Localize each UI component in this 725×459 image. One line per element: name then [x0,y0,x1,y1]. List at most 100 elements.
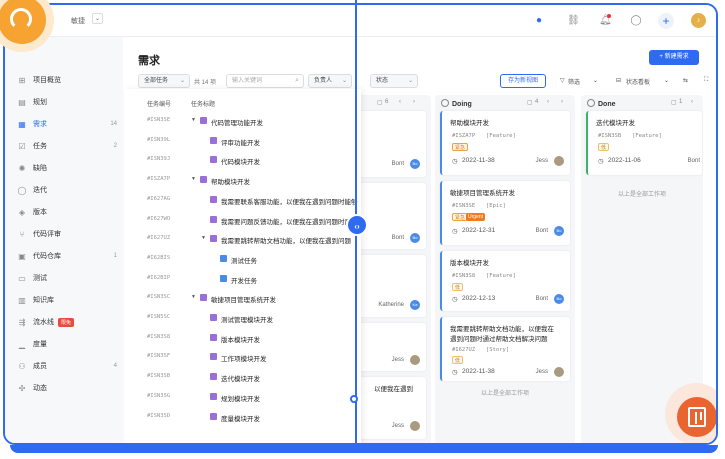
tree-row[interactable]: #I62BIS 测试任务 [125,251,361,267]
kanban-card[interactable]: Bont Bo [358,111,426,177]
next-icon[interactable]: › [413,99,415,105]
sidebar-item-version[interactable]: ◈ 版本 [17,205,117,219]
task-number: #I627UZ [147,235,171,242]
tree-row[interactable]: #ISN3SD 度量模块开发 [125,409,361,425]
scroll-handle[interactable] [350,395,358,403]
all-tasks-select[interactable]: 全部任务 ⌄ [138,74,190,88]
work-item-type-icon [210,392,217,400]
tree-row[interactable]: #ISN3SB 迭代模块开发 [125,369,361,385]
activity-icon: ✣ [18,383,26,393]
fullscreen-icon[interactable]: ⛶ [704,77,708,84]
kanban-card[interactable]: 迭代模块开发 #ISN3SB [Feature] 低 ◷ 2022-11-06 … [586,111,702,175]
workspace-name[interactable]: 敏捷 [71,16,85,26]
prev-icon[interactable]: ‹ [547,99,549,105]
link-icon[interactable]: ⛓ [567,15,580,27]
kanban-card[interactable]: Katherine Ka [358,255,426,317]
task-title: 评审功能开发 [221,139,260,147]
sidebar-item-task[interactable]: ☑ 任务 2 [17,139,117,153]
page-title: 需求 [138,55,160,67]
add-icon[interactable]: + [658,13,674,29]
column-count: 4 [535,99,539,105]
work-item-type-icon [210,235,217,243]
kanban-card[interactable]: 敏捷项目管理系统开发 #ISN3SE [Epic] 紧急 Urgent ◷ 20… [440,181,570,245]
task-title: 代码管理功能开发 [211,120,263,127]
tree-row[interactable]: #ISN3S8 版本模块开发 [125,330,361,346]
repo-icon: ▣ [18,251,26,261]
kanban-card[interactable]: 帮助模块开发 #ISZA7P [Feature] 紧急 ◷ 2022-11-38… [440,111,570,175]
card-owner: Bont [535,228,548,234]
sidebar-item-metrics[interactable]: ▁ 度量 [17,337,117,351]
search-input[interactable]: 输入关键词 ⌕ [226,74,304,88]
tree-row[interactable]: #I627AG 我需要联系客服功能，以便我在遇到问题时能够 [125,192,361,208]
task-number: #ISN3S8 [147,333,171,340]
sidebar-item-members[interactable]: ⚇ 成员 4 [17,359,117,373]
avatar: Bo [410,233,420,243]
view-select[interactable]: 状态看板 [626,77,650,86]
assignee-select[interactable]: 负责人 ⌄ [308,74,352,88]
tree-row[interactable]: #I627WO 我需要问题反馈功能，以便我在遇到问题时反馈 [125,212,361,228]
split-drag-handle-icon[interactable]: ‹› [346,214,368,236]
sidebar-item-overview[interactable]: ⊞ 项目概览 [17,73,117,87]
work-item-type-icon [210,215,217,223]
sidebar-item-activity[interactable]: ✣ 动态 [17,381,117,395]
kanban-card[interactable]: 版本模块开发 #ISN3S8 [Feature] 低 ◷ 2022-12-13 … [440,251,570,311]
lightbulb-icon[interactable]: ◯ [630,15,642,27]
top-bar: 敏捷 ⌄ ● ⛓ 🔔︎ ◯ + ♪ [5,5,716,37]
tree-row[interactable]: #I627UZ ▼ 我需要跳转帮助文档功能，以便我在遇到问题 [125,231,361,247]
sidebar-item-bug[interactable]: ✺ 缺陷 [17,161,117,175]
expand-arrow-icon[interactable]: ▼ [191,176,196,182]
sidebar-item-test[interactable]: ▭ 测试 [17,271,117,285]
avatar [554,367,564,377]
next-icon[interactable]: › [561,99,563,105]
tree-row[interactable]: #ISN3SF 工作项模块开发 [125,349,361,365]
expand-arrow-icon[interactable]: ▼ [191,117,196,123]
card-type: [Feature] [632,133,662,139]
members-icon: ⚇ [18,361,26,371]
tree-row[interactable]: #ISN3SC ▼ 敏捷项目管理系统开发 [125,290,361,306]
collapse-icon[interactable]: ⇆ [683,77,688,84]
calendar-icon: ◷ [452,369,458,376]
work-item-type-icon [210,314,217,321]
priority-tag: 低 [452,283,464,291]
expand-arrow-icon[interactable]: ▼ [191,294,196,300]
sidebar-item-wiki[interactable]: ▥ 知识库 [17,293,117,307]
sidebar-item-requirement[interactable]: ▦ 需求 14 [17,117,117,131]
new-requirement-button[interactable]: + 新建需求 [649,50,699,65]
tree-row[interactable]: #I62BIP 开发任务 [125,271,361,287]
sidebar-item-repo[interactable]: ▣ 代码仓库 1 [17,249,117,263]
save-view-button[interactable]: 存为新视图 [500,74,546,88]
kanban-card[interactable]: 以便我在遇到 Jess [358,377,426,439]
task-number: #I62BIP [147,274,171,281]
chevron-down-icon[interactable]: ⌄ [92,13,103,24]
user-avatar[interactable]: ♪ [691,13,706,28]
task-title: 我需要问题反馈功能，以便我在遇到问题时反馈 [221,218,358,226]
tree-row[interactable]: #ISN3SG 规划模块开发 [125,389,361,405]
column-count: 1 [679,99,683,105]
kanban-card[interactable]: Bont Bo [358,183,426,249]
tree-row[interactable]: #ISN39L 评审功能开发 [125,133,361,149]
expand-arrow-icon[interactable]: ▼ [201,235,206,241]
sidebar-item-iteration[interactable]: ◯ 迭代 [17,183,117,197]
prev-icon[interactable]: ‹ [399,99,401,105]
sidebar-item-pipeline[interactable]: ⇶ 流水线 限免 [17,315,117,329]
filter-icon[interactable]: ▽ [560,77,565,84]
tree-row[interactable]: #ISN5SC 测试管理模块开发 [125,310,361,326]
sidebar-item-count: 14 [110,121,117,127]
notification-drop-icon[interactable]: ● [533,15,545,27]
tree-row[interactable]: #ISN39J 代码模块开发 [125,152,361,168]
chevron-down-icon[interactable]: ⌄ [593,77,598,84]
filter-button[interactable]: 筛选 [568,77,580,86]
card-owner: Jess [391,357,404,363]
calendar-icon: ◷ [598,158,604,165]
prev-icon[interactable]: ‹ [691,99,693,105]
tree-row[interactable]: #ISN3SE ▼ 代码管理功能开发 [125,113,361,129]
chevron-down-icon[interactable]: ⌄ [664,77,669,84]
kanban-card[interactable]: Jess [358,323,426,371]
sidebar-item-plan[interactable]: ▤ 规划 [17,95,117,109]
status-select[interactable]: 状态 ⌄ [370,74,418,88]
sidebar-item-code-review[interactable]: ⑂ 代码评审 [17,227,117,241]
avatar: Bo [554,294,564,304]
sidebar-item-label: 代码仓库 [33,253,61,260]
kanban-card[interactable]: 我需要跳转帮助文档功能，以便我在遇到问题时通过帮助文档解决问题 #I627UZ … [440,317,570,381]
tree-row[interactable]: #ISZA7P ▼ 帮助模块开发 [125,172,361,188]
